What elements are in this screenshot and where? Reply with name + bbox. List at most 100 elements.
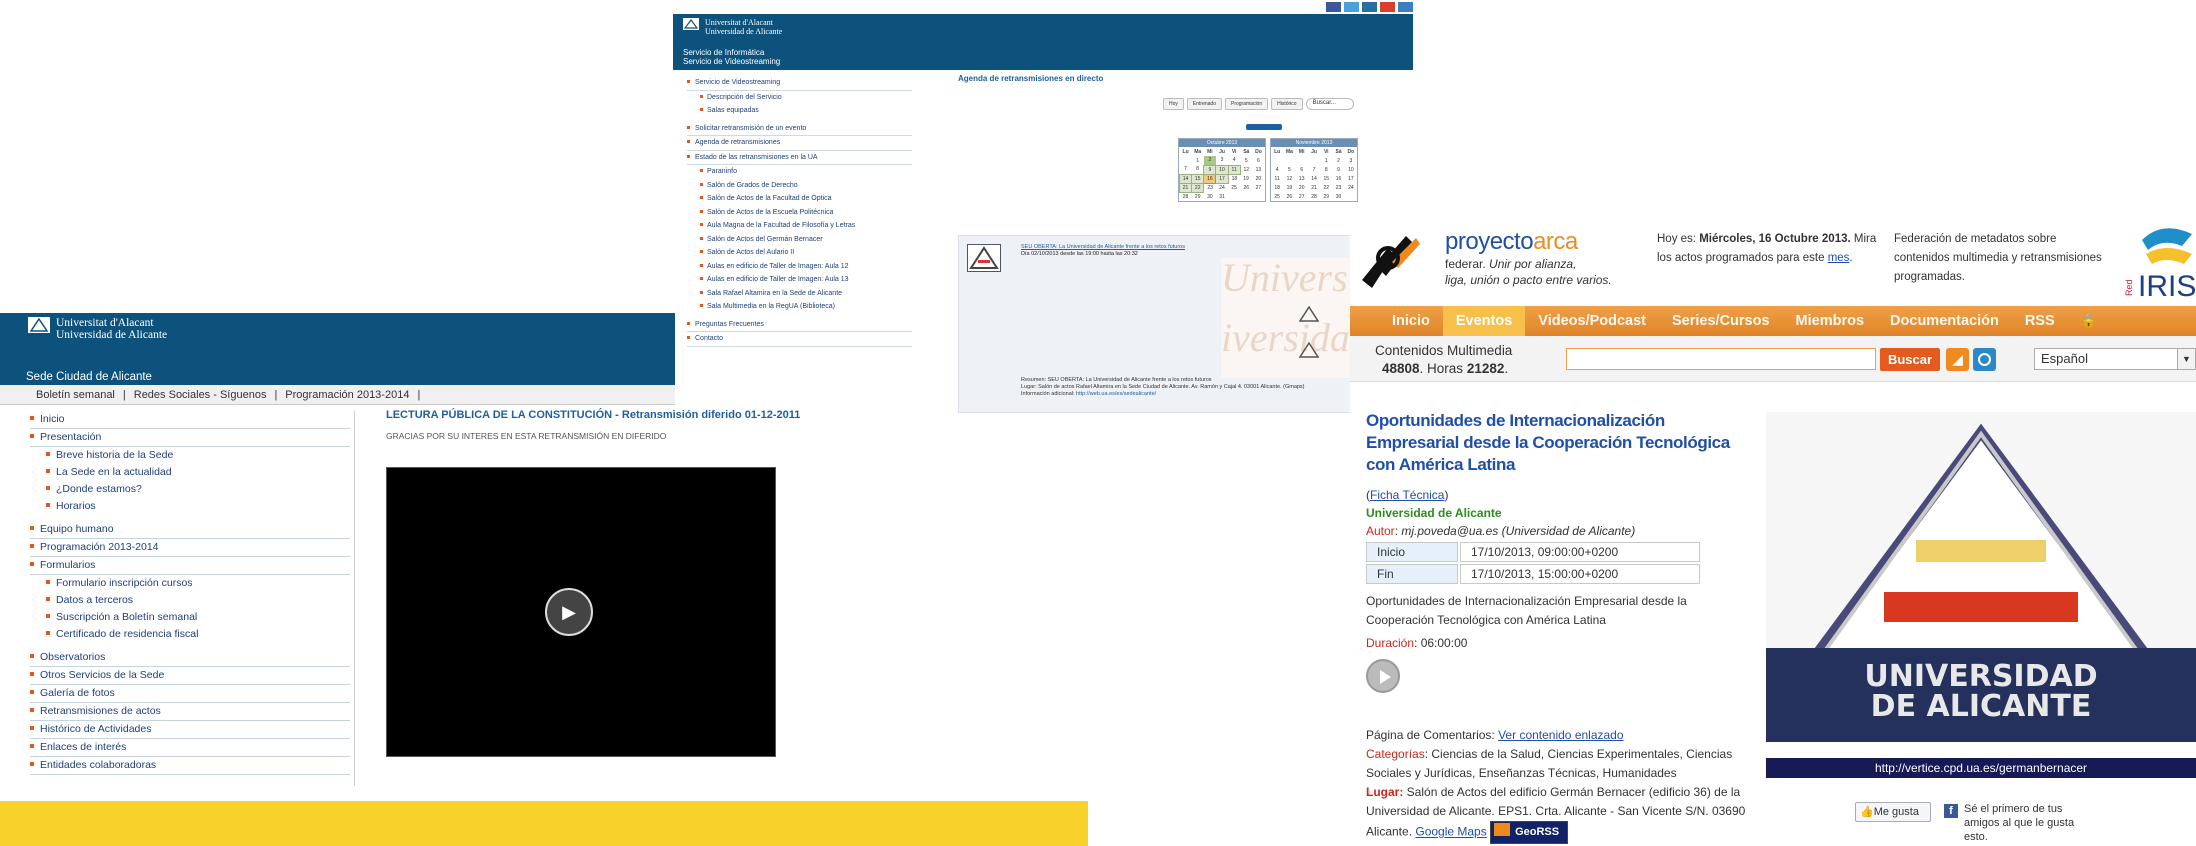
calendar-day[interactable]: 1 — [1320, 156, 1332, 165]
entrenado-button[interactable]: Entrenado — [1186, 98, 1222, 110]
sidebar-item[interactable]: La Sede en la actualidad — [30, 464, 350, 481]
sidebar-item[interactable]: Programación 2013-2014 — [30, 539, 350, 557]
calendar-day[interactable]: 7 — [1308, 165, 1320, 174]
calendar-day[interactable]: 9 — [1203, 164, 1217, 175]
menu-item[interactable]: RSS — [2012, 306, 2068, 336]
agenda-search-input[interactable]: Buscar... — [1305, 98, 1354, 110]
comments-link[interactable]: Ver contenido enlazado — [1498, 728, 1623, 742]
sidebar-item[interactable]: Solicitar retransmisión de un evento — [687, 122, 912, 136]
georss-button[interactable]: GeoRSS — [1490, 821, 1569, 844]
calendar-day[interactable] — [1308, 156, 1320, 165]
like-button[interactable]: 👍Me gusta — [1855, 802, 1931, 822]
menu-item[interactable]: Inicio — [1350, 306, 1443, 336]
calendar-day[interactable]: 8 — [1320, 165, 1332, 174]
arca-brand[interactable]: proyectoarca — [1445, 228, 1578, 256]
next-arrow-icon[interactable] — [1366, 659, 1400, 693]
calendar-day[interactable] — [1271, 156, 1283, 165]
sidebar-item[interactable]: Certificado de residencia fiscal — [30, 626, 350, 643]
programacion-button[interactable]: Programación — [1224, 98, 1269, 110]
ua-logo[interactable]: Universitat d'Alacant Universidad de Ali… — [28, 317, 167, 341]
nav-boletin[interactable]: Boletín semanal — [36, 389, 115, 401]
calendar-day[interactable]: 6 — [1252, 156, 1264, 165]
calendar-day[interactable]: 20 — [1296, 183, 1308, 192]
calendar-day[interactable]: 12 — [1240, 165, 1252, 174]
calendar-day[interactable]: 9 — [1332, 165, 1344, 174]
calendar-day[interactable]: 2 — [1203, 156, 1216, 165]
video-player[interactable]: ▶ — [386, 467, 776, 757]
calendar-day[interactable]: 20 — [1252, 174, 1264, 183]
calendar-day[interactable]: 21 — [1178, 182, 1193, 193]
sidebar-item[interactable]: Entidades colaboradoras — [30, 757, 350, 775]
calendar-day[interactable] — [1345, 192, 1357, 201]
calendar-day[interactable] — [1228, 192, 1240, 201]
sidebar-item[interactable]: Salón de Actos del Aulario II — [687, 246, 912, 260]
calendar-day[interactable]: 26 — [1283, 192, 1295, 201]
sidebar-item[interactable]: Aula Magna de la Facultad de Filosofía y… — [687, 219, 912, 233]
calendar-day[interactable]: 14 — [1308, 174, 1320, 183]
sidebar-item[interactable]: Salas equipadas — [687, 104, 912, 118]
calendar-day[interactable]: 11 — [1271, 174, 1283, 183]
calendar-day[interactable] — [1296, 156, 1308, 165]
sidebar-item[interactable]: Salón de Actos de la Escuela Politécnica — [687, 206, 912, 220]
calendar-day[interactable]: 27 — [1252, 183, 1264, 192]
sidebar-item[interactable]: Histórico de Actividades — [30, 721, 350, 739]
calendar-day[interactable]: 10 — [1215, 164, 1229, 175]
hoy-button[interactable]: Hoy — [1163, 98, 1184, 110]
sidebar-item[interactable]: Otros Servicios de la Sede — [30, 667, 350, 685]
calendar-day[interactable]: 3 — [1216, 156, 1228, 165]
month-link[interactable]: mes — [1828, 252, 1850, 264]
calendar-day[interactable]: 13 — [1252, 165, 1264, 174]
image-url[interactable]: http://vertice.cpd.ua.es/germanbernacer — [1766, 758, 2196, 778]
play-icon[interactable]: ▶ — [545, 588, 593, 636]
calendar-day[interactable]: 26 — [1240, 183, 1252, 192]
calendar-day[interactable]: 19 — [1283, 183, 1295, 192]
menu-item[interactable]: Eventos — [1442, 306, 1526, 336]
calendar-day[interactable]: 22 — [1191, 182, 1205, 193]
sidebar-item[interactable]: Estado de las retransmisiones en la UA — [687, 151, 912, 165]
calendar-day[interactable]: 6 — [1296, 165, 1308, 174]
calendar-day[interactable] — [1240, 192, 1252, 201]
sidebar-item[interactable]: Retransmisiones de actos — [30, 703, 350, 721]
calendar-day[interactable]: 4 — [1271, 165, 1283, 174]
sidebar-item[interactable]: Horarios — [30, 498, 350, 515]
calendar-day[interactable]: 22 — [1320, 183, 1332, 192]
calendar-day[interactable] — [1180, 156, 1192, 165]
sidebar-item[interactable]: Breve historia de la Sede — [30, 447, 350, 464]
sidebar-item[interactable]: Contacto — [687, 332, 912, 347]
sidebar-item[interactable]: Observatorios — [30, 649, 350, 667]
calendar-day[interactable]: 12 — [1283, 174, 1295, 183]
menu-item[interactable]: Documentación — [1877, 306, 2012, 336]
event-title-link[interactable]: SEU OBERTA: La Universidad de Alicante f… — [1021, 244, 1185, 250]
calendar-day[interactable]: 18 — [1228, 174, 1240, 183]
calendar-day[interactable] — [1252, 192, 1264, 201]
calendar-day[interactable]: 29 — [1320, 192, 1332, 201]
sidebar-item[interactable]: Datos a terceros — [30, 592, 350, 609]
google-maps-link[interactable]: Google Maps — [1415, 825, 1486, 839]
sidebar-item[interactable]: Formulario inscripción cursos — [30, 575, 350, 592]
calendar-day[interactable]: 17 — [1345, 174, 1357, 183]
ua-logo[interactable]: Universitat d'Alacant Universidad de Ali… — [683, 18, 1403, 36]
calendar-day[interactable]: 16 — [1332, 174, 1344, 183]
rss-icon[interactable]: ◢ — [1946, 348, 1969, 371]
rediris-logo[interactable]: Red IRIS — [2122, 220, 2196, 300]
sidebar-item[interactable]: Galería de fotos — [30, 685, 350, 703]
sidebar-item[interactable]: Descripción del Servicio — [687, 91, 912, 105]
sidebar-item[interactable]: Paraninfo — [687, 165, 912, 179]
event-info-link[interactable]: http://web.ua.es/es/sedealicante/ — [1076, 391, 1156, 397]
calendar-day[interactable]: 14 — [1178, 173, 1193, 184]
calendar-day[interactable]: 24 — [1345, 183, 1357, 192]
sidebar-item[interactable]: Suscripción a Boletín semanal — [30, 609, 350, 626]
calendar-day[interactable] — [1283, 156, 1295, 165]
youtube-icon[interactable] — [1380, 2, 1395, 12]
sidebar-item[interactable]: Preguntas Frecuentes — [687, 318, 912, 332]
calendar-day[interactable]: 16 — [1203, 173, 1217, 184]
ring-icon[interactable] — [1973, 348, 1996, 371]
calendar-day[interactable]: 28 — [1308, 192, 1320, 201]
calendar-day[interactable]: 3 — [1345, 156, 1357, 165]
sidebar-item[interactable]: Sala Multimedia en la RegUA (Biblioteca) — [687, 300, 912, 314]
calendar-day[interactable]: 15 — [1320, 174, 1332, 183]
sidebar-item[interactable]: Equipo humano — [30, 521, 350, 539]
calendar-day[interactable]: 19 — [1240, 174, 1252, 183]
calendar-day[interactable]: 21 — [1308, 183, 1320, 192]
lock-icon[interactable]: 🔒 — [2068, 306, 2110, 336]
